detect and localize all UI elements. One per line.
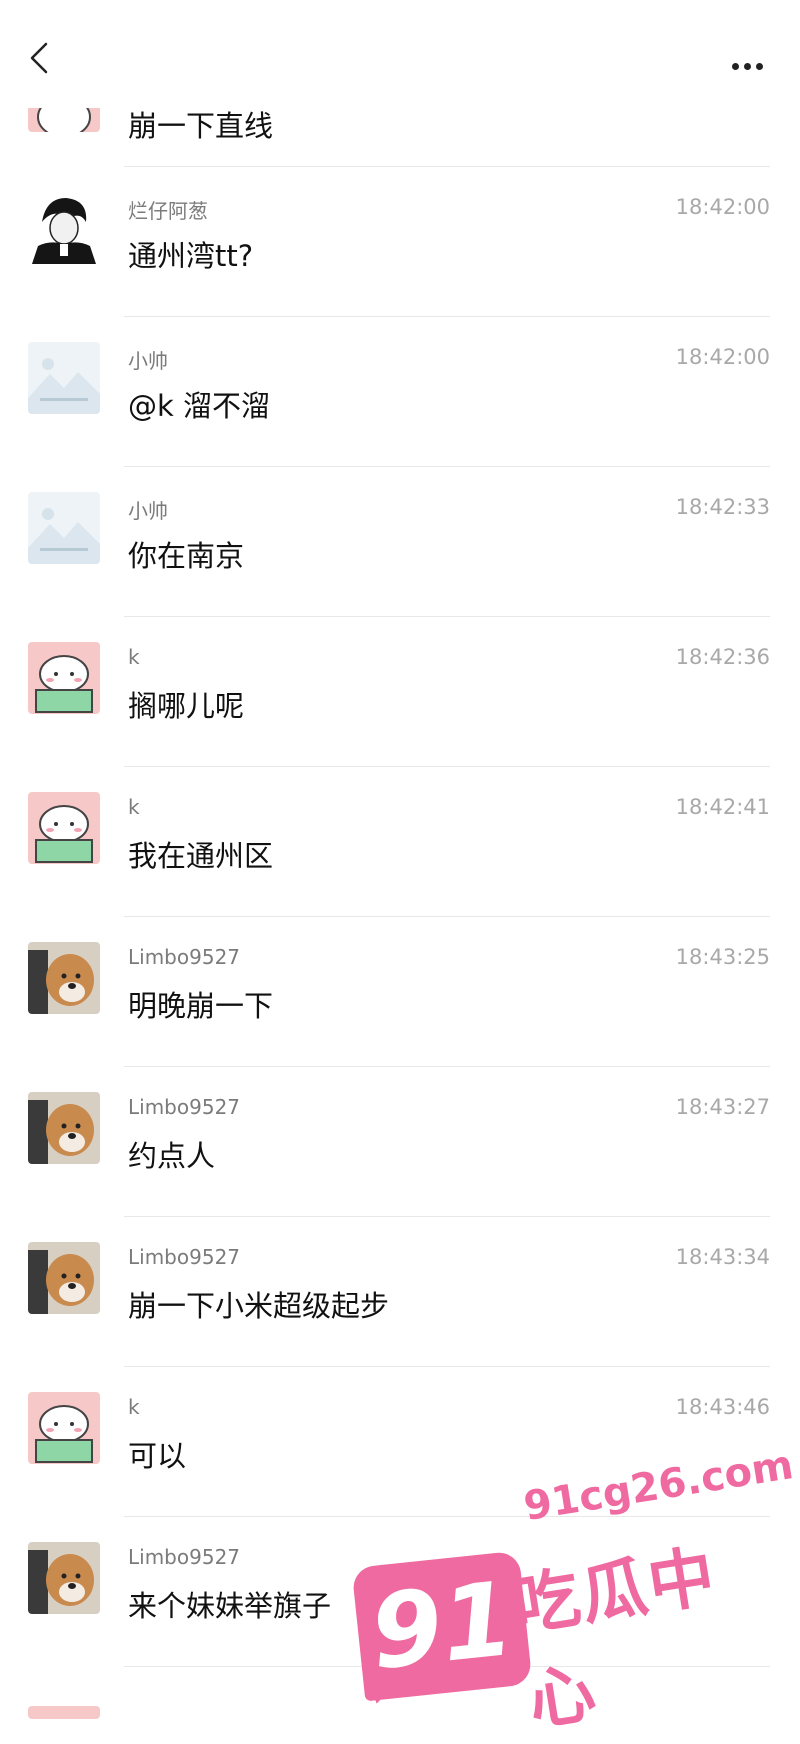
sender-name: 小帅: [128, 349, 168, 373]
message-text: 通州湾tt?: [128, 239, 254, 273]
message-time: 18:43:25: [675, 945, 770, 969]
watermark: 91 91cg26.com 吃瓜中心: [348, 1442, 796, 1740]
sender-name: k: [128, 1395, 140, 1419]
watermark-badge-tail: [357, 1668, 403, 1708]
list-item[interactable]: Limbo9527 18:43:25 明晚崩一下: [0, 917, 800, 1067]
list-item[interactable]: k 18:42:41 我在通州区: [0, 767, 800, 917]
list-item[interactable]: 小帅 18:42:33 你在南京: [0, 467, 800, 617]
message-time: 18:43:34: [675, 1245, 770, 1269]
message-text: 崩一下直线: [128, 109, 274, 143]
avatar[interactable]: [28, 792, 100, 864]
message-time: 18:42:33: [675, 495, 770, 519]
dog-avatar-icon: [28, 1542, 100, 1614]
message-text: 可以: [128, 1439, 187, 1473]
avatar[interactable]: [28, 192, 100, 264]
message-text: 明晚崩一下: [128, 989, 274, 1023]
sender-name: 小帅: [128, 499, 168, 523]
sender-name: k: [128, 645, 140, 669]
sender-name: Limbo9527: [128, 945, 241, 969]
sender-name: k: [128, 795, 140, 819]
message-text: 约点人: [128, 1139, 216, 1173]
avatar[interactable]: [28, 1392, 100, 1464]
sender-name: 烂仔阿葱: [128, 199, 208, 223]
message-time: 18:43:46: [675, 1395, 770, 1419]
avatar[interactable]: [28, 1092, 100, 1164]
message-text: 你在南京: [128, 539, 245, 573]
avatar[interactable]: [28, 1706, 100, 1719]
sender-name: Limbo9527: [128, 1095, 241, 1119]
list-item[interactable]: k 18:42:36 搁哪儿呢: [0, 617, 800, 767]
watermark-name: 吃瓜中心: [508, 1537, 722, 1741]
message-text: 崩一下小米超级起步: [128, 1289, 390, 1323]
watermark-url: 91cg26.com: [520, 1442, 797, 1530]
avatar[interactable]: [28, 342, 100, 414]
cat-avatar-icon: [28, 1392, 100, 1464]
avatar[interactable]: [28, 942, 100, 1014]
message-time: 18:42:00: [675, 345, 770, 369]
chevron-left-icon[interactable]: [26, 40, 56, 76]
default-avatar-icon: [28, 342, 100, 414]
list-item[interactable]: 小帅 18:42:00 @k 溜不溜: [0, 317, 800, 467]
message-time: 18:43:27: [675, 1095, 770, 1119]
avatar[interactable]: [28, 1242, 100, 1314]
default-avatar-icon: [28, 492, 100, 564]
avatar[interactable]: [28, 642, 100, 714]
message-time: 18:42:36: [675, 645, 770, 669]
sender-name: Limbo9527: [128, 1245, 241, 1269]
list-item[interactable]: 烂仔阿葱 18:42:00 通州湾tt?: [0, 167, 800, 317]
avatar[interactable]: [28, 1542, 100, 1614]
cat-avatar-icon: [28, 642, 100, 714]
dog-avatar-icon: [28, 942, 100, 1014]
more-horizontal-icon[interactable]: [732, 55, 772, 70]
message-text: 搁哪儿呢: [128, 689, 245, 723]
cat-avatar-icon: [28, 792, 100, 864]
manga-avatar-icon: [28, 192, 100, 264]
message-text: 我在通州区: [128, 839, 274, 873]
list-item[interactable]: Limbo9527 18:43:34 崩一下小米超级起步: [0, 1217, 800, 1367]
dog-avatar-icon: [28, 1242, 100, 1314]
message-time: 18:42:41: [675, 795, 770, 819]
message-text: 来个妹妹举旗子: [128, 1589, 332, 1623]
dog-avatar-icon: [28, 1092, 100, 1164]
list-item[interactable]: Limbo9527 18:43:27 约点人: [0, 1067, 800, 1217]
top-bar: [0, 0, 800, 108]
sender-name: Limbo9527: [128, 1545, 241, 1569]
message-text: @k 溜不溜: [128, 389, 271, 423]
message-time: 18:42:00: [675, 195, 770, 219]
avatar[interactable]: [28, 492, 100, 564]
